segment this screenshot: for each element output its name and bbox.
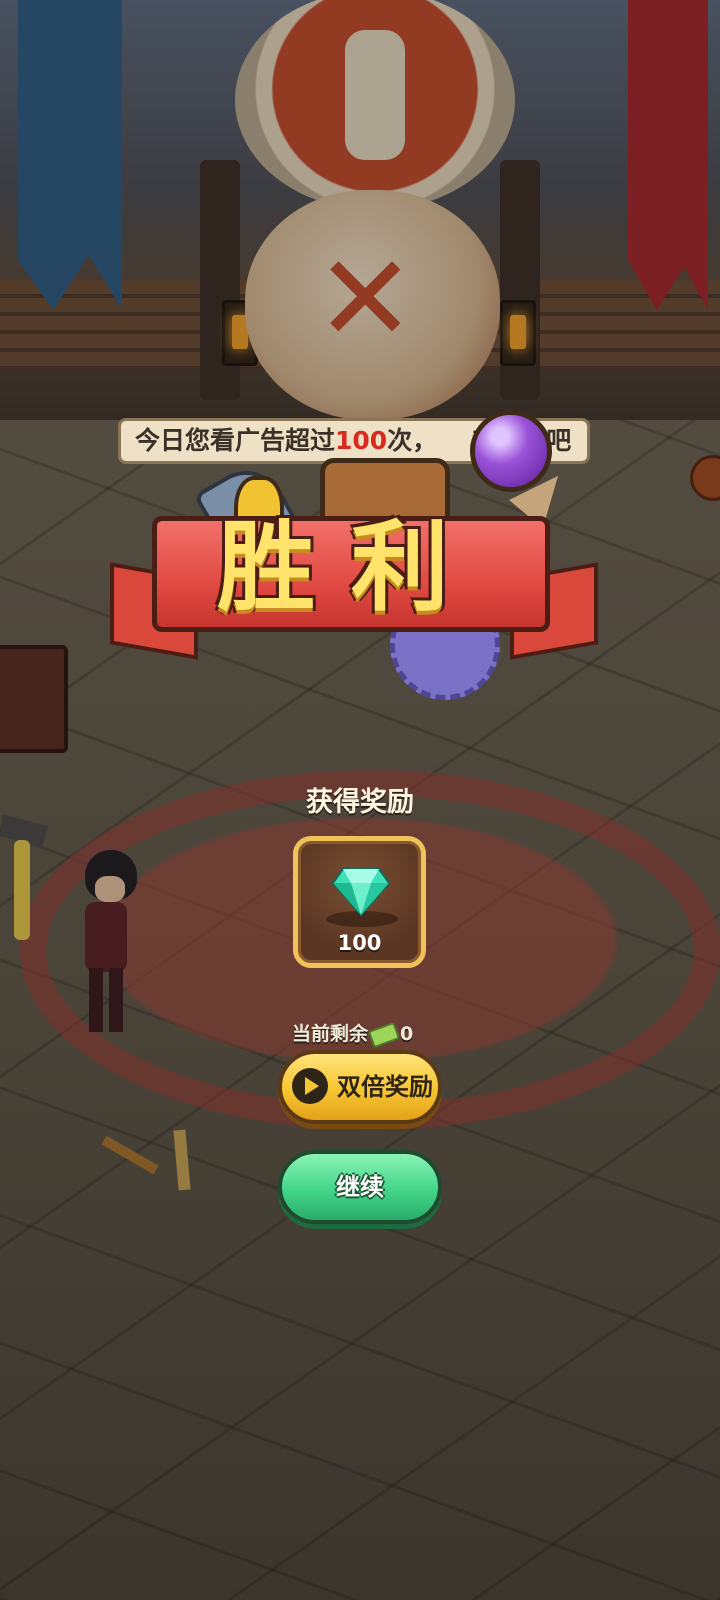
remaining-count: 当前剩余 0 (292, 1019, 413, 1049)
reward-count: 100 (337, 931, 382, 955)
continue-button[interactable]: 继续 (278, 1150, 442, 1224)
remaining-label: 当前剩余 (292, 1023, 369, 1045)
play-video-icon (292, 1068, 328, 1104)
continue-label: 继续 (336, 1173, 384, 1201)
double-reward-button[interactable]: 双倍奖励 (278, 1050, 442, 1124)
victory-title: 胜利 (216, 511, 485, 625)
reward-item-card: 100 (293, 836, 426, 968)
double-reward-label: 双倍奖励 (337, 1073, 433, 1101)
reward-heading: 获得奖励 (306, 787, 414, 818)
remaining-value: 0 (400, 1023, 414, 1045)
purple-orb-icon (470, 410, 552, 492)
ticket-icon (367, 1021, 401, 1048)
diamond-gem-icon (331, 867, 391, 917)
victory-emblem: 胜利 (110, 410, 610, 700)
